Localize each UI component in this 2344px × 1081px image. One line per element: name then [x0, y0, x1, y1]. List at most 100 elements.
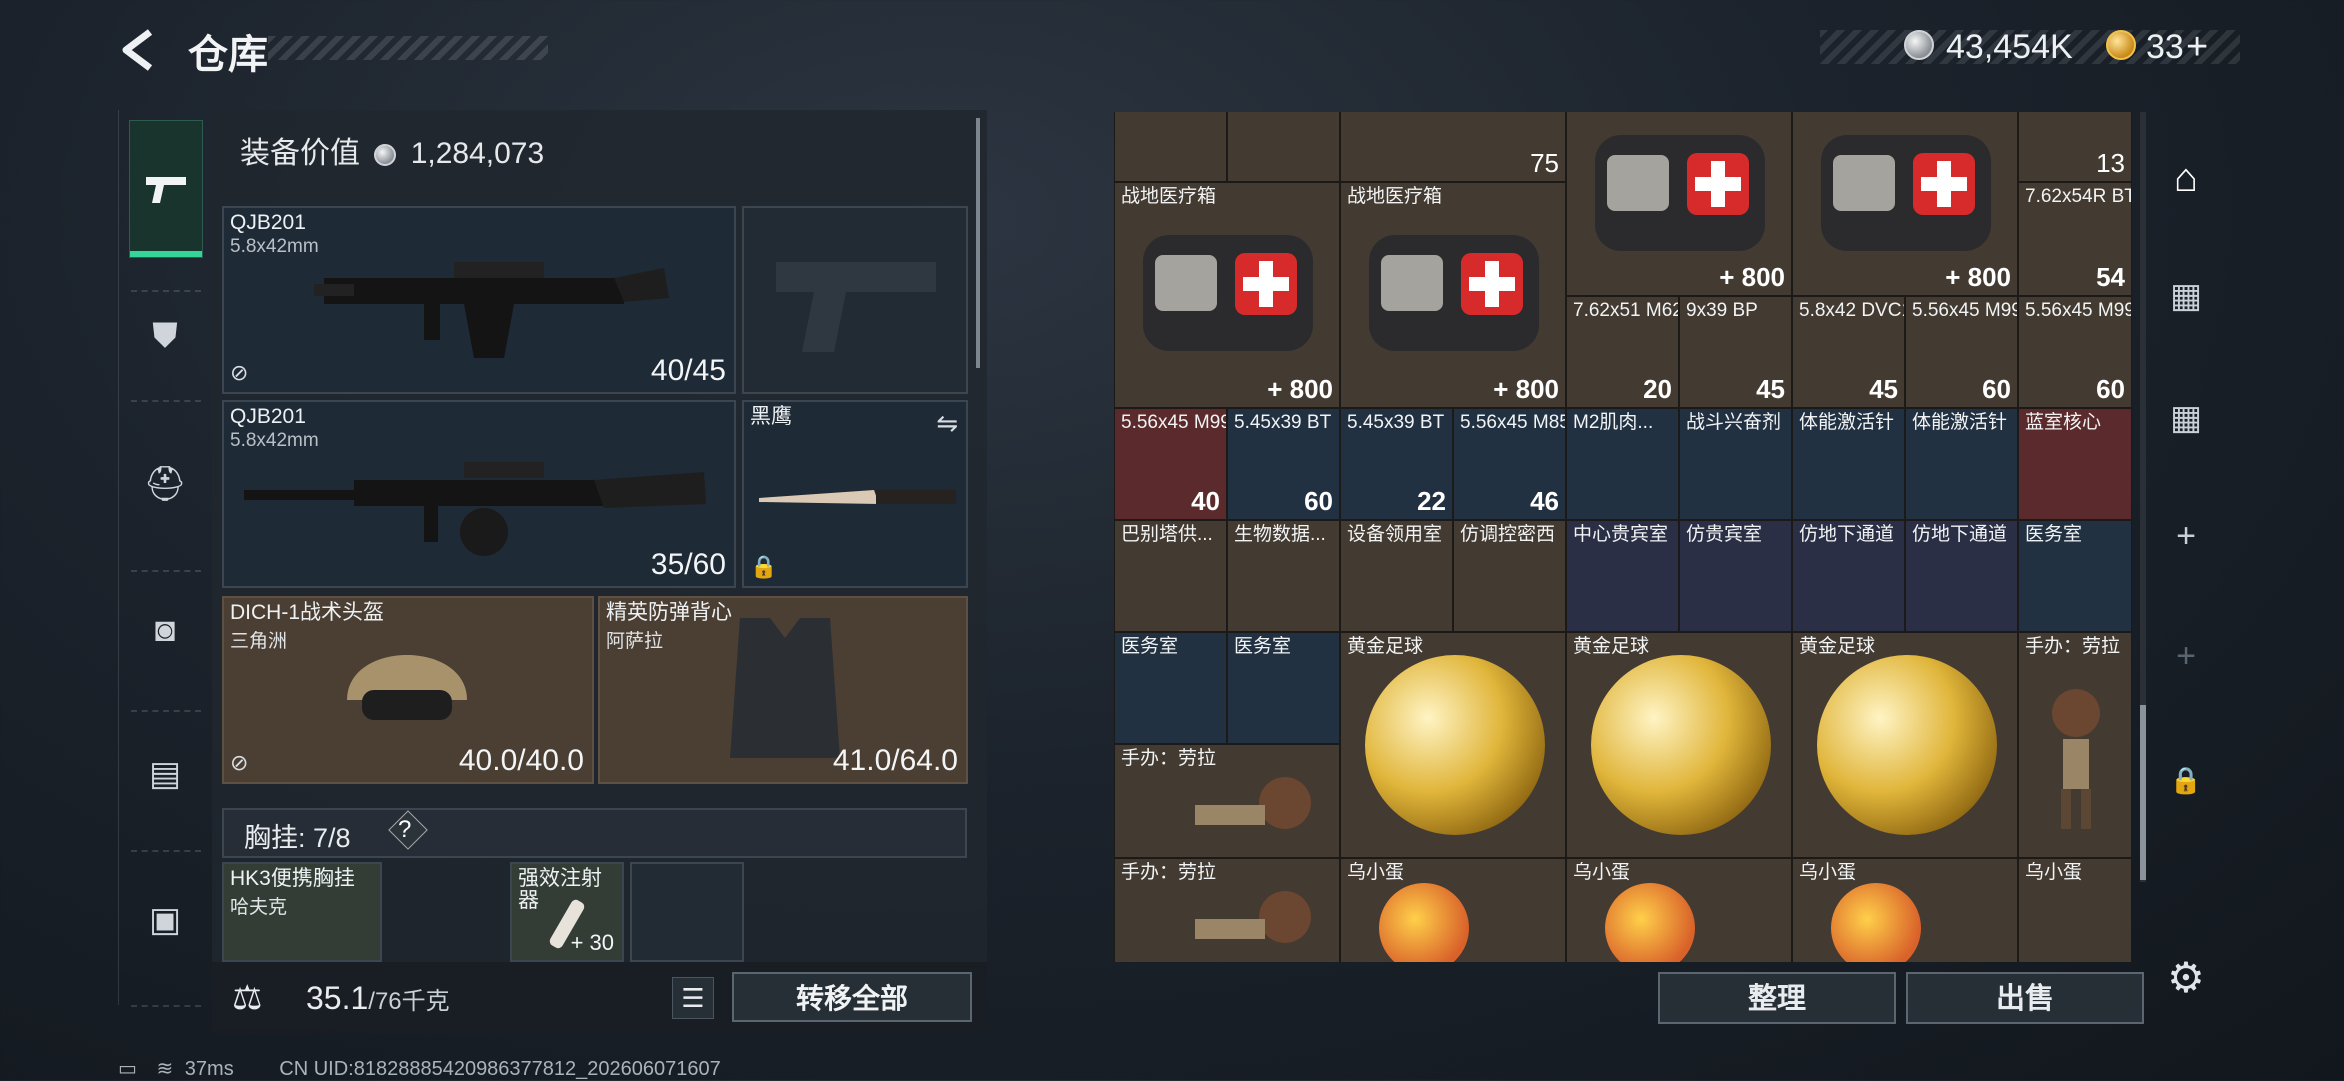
- storage-home-icon[interactable]: ⌂: [2156, 148, 2216, 208]
- storage-item[interactable]: M2肌肉...: [1566, 408, 1679, 520]
- storage-item[interactable]: 7.62x51 M62 20: [1566, 296, 1679, 408]
- storage-item[interactable]: 体能激活针: [1905, 408, 2018, 520]
- list-view-button[interactable]: ☰: [672, 977, 714, 1019]
- weapon-durability: 40/45: [650, 354, 726, 387]
- weight-total: /76千克: [368, 988, 450, 1015]
- storage-item[interactable]: 7.62x54R BT 54: [2018, 182, 2132, 296]
- item-name: 黄金足球: [1573, 636, 1650, 657]
- storage-item[interactable]: 黄金足球: [1566, 632, 1792, 858]
- weight-icon: ⚖: [232, 979, 263, 1017]
- storage-item[interactable]: 乌小蛋: [1340, 858, 1566, 962]
- storage-item[interactable]: 手办：劳拉: [2018, 632, 2132, 858]
- item-name: 战地医疗箱: [1121, 186, 1217, 207]
- item-name: M2肌肉...: [1573, 412, 1654, 433]
- storage-item[interactable]: + 800: [1566, 112, 1792, 296]
- add-storage-icon[interactable]: +: [2156, 506, 2216, 566]
- storage-item[interactable]: 5.56x45 M995 60: [2018, 296, 2132, 408]
- figure-image: [2052, 689, 2100, 829]
- tab-case[interactable]: ▣: [129, 884, 201, 956]
- back-arrow-icon[interactable]: [118, 28, 162, 72]
- storage-item[interactable]: 医务室: [2018, 520, 2132, 632]
- armor-origin: 阿萨拉: [606, 631, 664, 652]
- storage-item[interactable]: 黄金足球: [1340, 632, 1566, 858]
- silver-amount: 43,454K: [1946, 28, 2073, 66]
- storage-item[interactable]: [1227, 112, 1340, 182]
- storage-item[interactable]: 9x39 BP 45: [1679, 296, 1792, 408]
- storage-item[interactable]: 75: [1340, 112, 1566, 182]
- storage-item[interactable]: 手办：劳拉: [1114, 744, 1340, 858]
- medkit-image: [1143, 235, 1313, 351]
- storage-item[interactable]: 乌小蛋: [1792, 858, 2018, 962]
- storage-item[interactable]: [1114, 112, 1227, 182]
- storage-item[interactable]: 仿贵宾室: [1679, 520, 1792, 632]
- storage-item[interactable]: 仿地下通道: [1905, 520, 2018, 632]
- storage-item[interactable]: 体能激活针: [1792, 408, 1905, 520]
- storage-item[interactable]: 仿地下通道: [1792, 520, 1905, 632]
- storage-item[interactable]: 医务室: [1227, 632, 1340, 744]
- item-name: 医务室: [1234, 636, 1292, 657]
- medkit-image: [1821, 135, 1991, 251]
- sell-button[interactable]: 出售: [1906, 972, 2144, 1024]
- storage-item[interactable]: 中心贵宾室: [1566, 520, 1679, 632]
- item-name: 战地医疗箱: [1347, 186, 1443, 207]
- pistol-icon: [146, 177, 186, 203]
- tab-helmet[interactable]: ⛑: [129, 448, 201, 520]
- settings-gear-icon[interactable]: ⚙: [2156, 948, 2216, 1008]
- transfer-all-button[interactable]: 转移全部: [732, 972, 972, 1022]
- storage-item[interactable]: 黄金足球: [1792, 632, 2018, 858]
- tab-armor[interactable]: ⛊: [129, 300, 201, 372]
- storage-item[interactable]: 5.56x45 M995 60: [1905, 296, 2018, 408]
- storage-item[interactable]: 生物数据...: [1227, 520, 1340, 632]
- chest-rig-name: HK3便携胸挂: [230, 867, 355, 890]
- secondary-weapon-slot[interactable]: QJB201 5.8x42mm 35/60: [222, 400, 736, 588]
- storage-grid: 75 + 800 + 800 13 战地医疗箱 + 800 战地医疗箱 + 80…: [1114, 112, 2132, 962]
- storage-item[interactable]: + 800: [1792, 112, 2018, 296]
- storage-item[interactable]: 5.45x39 BT 22: [1340, 408, 1453, 520]
- storage-item[interactable]: 5.8x42 DVC12 45: [1792, 296, 1905, 408]
- storage-item[interactable]: 仿调控密西: [1453, 520, 1566, 632]
- list-icon: ☰: [681, 983, 705, 1013]
- storage-item[interactable]: 13: [2018, 112, 2132, 182]
- lock-icon: 🔒: [750, 554, 778, 579]
- storage-item[interactable]: 5.56x45 M855A1 46: [1453, 408, 1566, 520]
- storage-item[interactable]: 战地医疗箱 + 800: [1114, 182, 1340, 408]
- medkit-image: [1595, 135, 1765, 251]
- storage-item[interactable]: 设备领用室: [1340, 520, 1453, 632]
- weapon-durability: 35/60: [650, 548, 726, 581]
- tab-weapons[interactable]: [129, 120, 203, 258]
- storage-item[interactable]: 巴别塔供...: [1114, 520, 1227, 632]
- equipment-scrollbar[interactable]: [976, 118, 980, 368]
- storage-item[interactable]: 手办：劳拉: [1114, 858, 1340, 962]
- armor-slot[interactable]: 精英防弹背心 阿萨拉 41.0/64.0: [598, 596, 968, 784]
- storage-page-5-icon[interactable]: ▦: [2156, 388, 2216, 448]
- storage-item[interactable]: 战地医疗箱 + 800: [1340, 182, 1566, 408]
- storage-item[interactable]: 蓝室核心: [2018, 408, 2132, 520]
- tab-chest-rig[interactable]: ▤: [129, 738, 201, 810]
- storage-item[interactable]: 乌小蛋: [2018, 858, 2132, 962]
- storage-item[interactable]: 医务室: [1114, 632, 1227, 744]
- primary-weapon-slot[interactable]: QJB201 5.8x42mm ⊘ 40/45: [222, 206, 736, 394]
- equipment-value: 装备价值 1,284,073: [240, 128, 544, 172]
- storage-item[interactable]: 5.56x45 M995 40: [1114, 408, 1227, 520]
- helmet-slot[interactable]: DICH-1战术头盔 三角洲 ⊘ 40.0/40.0: [222, 596, 594, 784]
- empty-chest-slot[interactable]: [630, 862, 744, 962]
- pistol-silhouette-icon: [776, 262, 936, 352]
- item-name: 7.62x51 M62: [1573, 300, 1679, 321]
- storage-item[interactable]: 乌小蛋: [1566, 858, 1792, 962]
- tab-backpack[interactable]: ◙: [129, 594, 201, 666]
- swap-icon[interactable]: ⇋: [936, 408, 958, 439]
- add-gold-button[interactable]: +: [2186, 26, 2208, 69]
- pistol-slot[interactable]: [742, 206, 968, 394]
- battery-icon: ▭: [118, 1058, 137, 1080]
- chest-rig-item[interactable]: HK3便携胸挂 哈夫克: [222, 862, 382, 962]
- storage-page-4-icon[interactable]: ▦: [2156, 266, 2216, 326]
- sort-button[interactable]: 整理: [1658, 972, 1896, 1024]
- storage-item[interactable]: 战斗兴奋剂: [1679, 408, 1792, 520]
- injector-item[interactable]: 强效注射器 + 30: [510, 862, 624, 962]
- item-name: 战斗兴奋剂: [1686, 412, 1782, 433]
- storage-item[interactable]: 5.45x39 BT 60: [1227, 408, 1340, 520]
- item-qty: 13: [2096, 148, 2125, 178]
- storage-scrollbar-thumb[interactable]: [2140, 705, 2146, 880]
- melee-slot[interactable]: 黑鹰 ⇋ 🔒: [742, 400, 968, 588]
- item-name: 5.56x45 M995: [2025, 300, 2131, 321]
